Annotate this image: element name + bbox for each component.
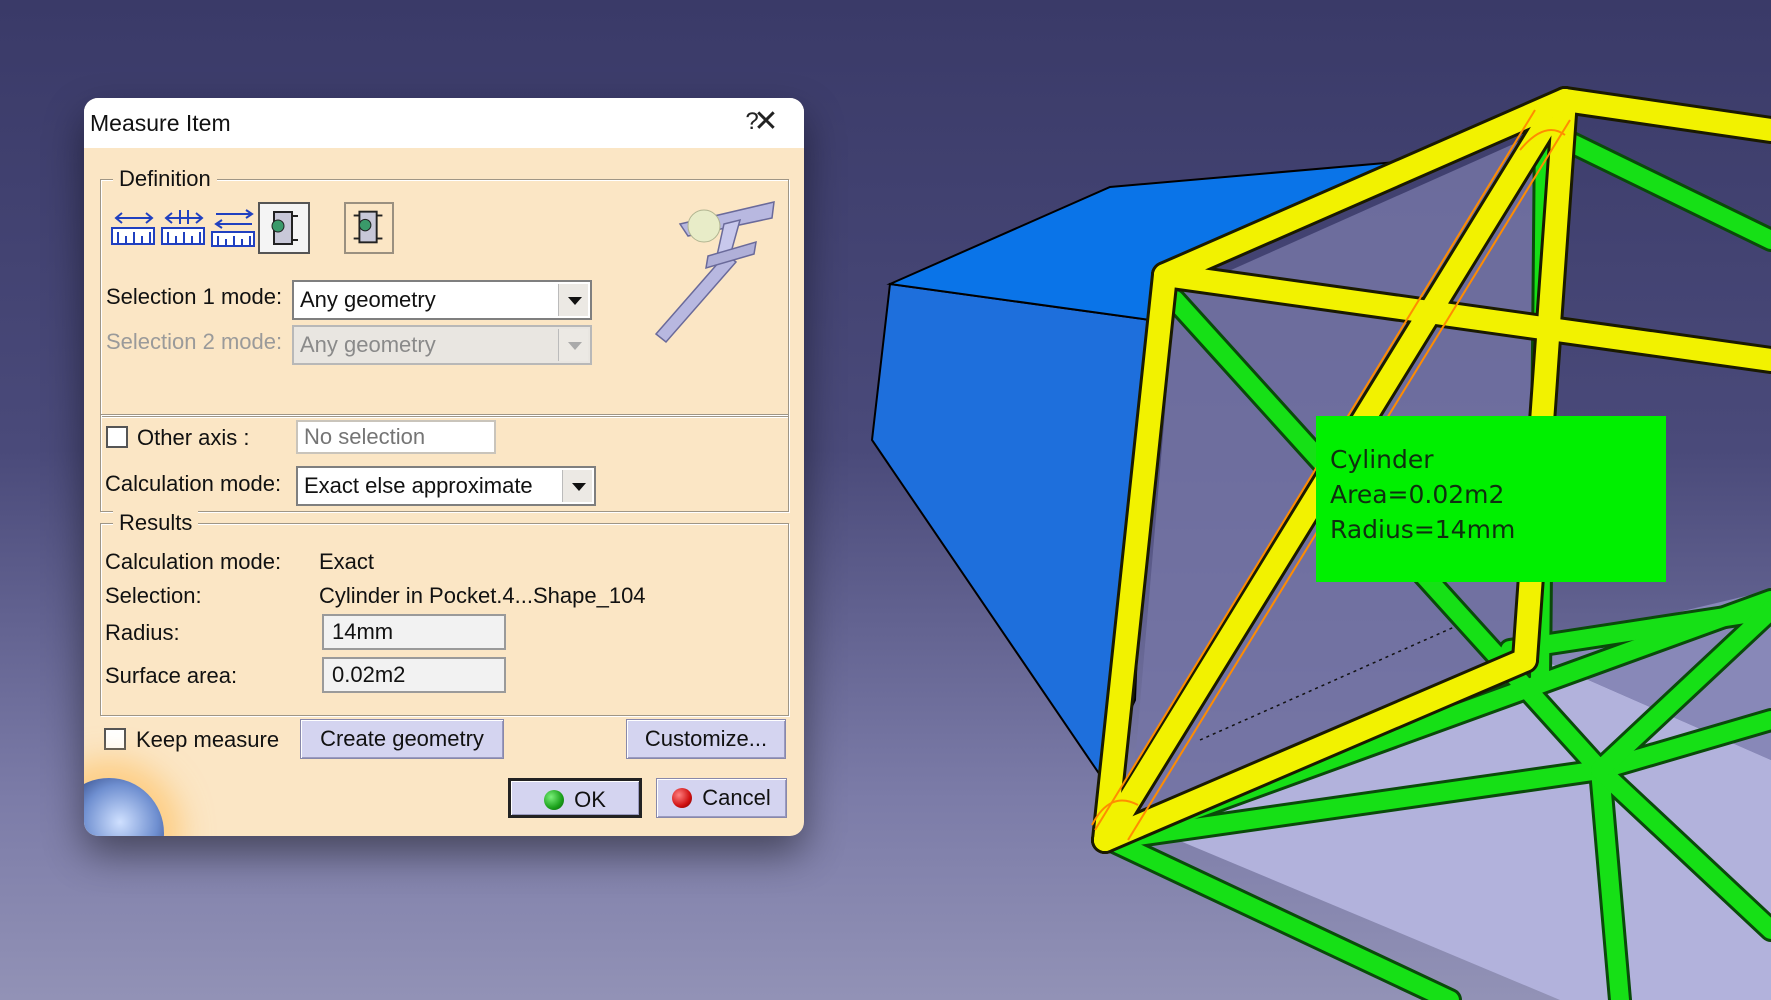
selection1-label: Selection 1 mode:	[106, 284, 283, 309]
calc-mode-label: Calculation mode:	[105, 471, 282, 496]
cancel-status-icon	[672, 788, 693, 808]
results-selection-label: Selection:	[105, 583, 202, 608]
selection2-label: Selection 2 mode:	[106, 329, 283, 354]
surface-area-value: 0.02m2	[332, 662, 406, 687]
ok-button[interactable]: OK	[508, 778, 642, 818]
radius-field[interactable]: 14mm	[322, 614, 506, 650]
chevron-down-icon[interactable]	[558, 284, 588, 316]
measure-thickness-icon[interactable]	[158, 202, 210, 254]
results-legend: Results	[113, 510, 199, 536]
dialog-title: Measure Item	[90, 110, 231, 136]
other-axis-checkbox[interactable]	[106, 426, 128, 448]
cancel-label: Cancel	[702, 785, 771, 810]
selection2-value: Any geometry	[300, 332, 436, 357]
caliper-icon	[654, 201, 775, 344]
measure-customize-icon[interactable]	[344, 202, 394, 254]
keep-measure-label: Keep measure	[136, 727, 280, 752]
results-calc-mode-value: Exact	[319, 549, 375, 574]
chevron-down-icon[interactable]	[562, 470, 592, 502]
selection1-select[interactable]: Any geometry	[292, 280, 592, 320]
results-surface-label: Surface area:	[105, 663, 238, 688]
ok-status-icon	[544, 790, 565, 810]
calc-mode-select[interactable]: Exact else approximate	[296, 466, 596, 506]
measure-item-active-icon[interactable]	[258, 202, 310, 254]
surface-area-field[interactable]: 0.02m2	[322, 657, 506, 693]
ok-label: OK	[574, 787, 606, 812]
customize-button[interactable]: Customize...	[626, 719, 786, 759]
measure-between-icon[interactable]	[208, 202, 260, 254]
measure-item-dialog: Measure Item ? ✕ Definition Selection 1 …	[84, 98, 804, 836]
calc-mode-value: Exact else approximate	[304, 473, 533, 498]
close-button[interactable]: ✕	[744, 104, 788, 140]
keep-measure-checkbox[interactable]	[104, 728, 126, 750]
annotation-line-type: Cylinder	[1330, 445, 1434, 474]
annotation-line-radius: Radius=14mm	[1330, 515, 1516, 544]
results-radius-label: Radius:	[105, 620, 180, 645]
results-selection-value: Cylinder in Pocket.4...Shape_104	[319, 583, 646, 608]
results-calc-mode-label: Calculation mode:	[105, 549, 282, 574]
selection1-value: Any geometry	[300, 287, 436, 312]
chevron-down-icon	[558, 329, 588, 361]
create-geometry-button[interactable]: Create geometry	[300, 719, 504, 759]
definition-legend: Definition	[113, 166, 217, 192]
annotation-line-area: Area=0.02m2	[1330, 480, 1505, 509]
measure-item-icon[interactable]	[108, 202, 160, 254]
other-axis-input[interactable]	[296, 420, 496, 454]
selection2-select: Any geometry	[292, 325, 592, 365]
catia-globe-icon	[84, 778, 164, 836]
title-bar[interactable]: Measure Item ? ✕	[84, 98, 804, 148]
cancel-button[interactable]: Cancel	[656, 778, 787, 818]
measure-annotation: Cylinder Area=0.02m2 Radius=14mm	[1316, 416, 1666, 582]
radius-value: 14mm	[332, 619, 394, 644]
other-axis-label: Other axis :	[137, 425, 250, 450]
